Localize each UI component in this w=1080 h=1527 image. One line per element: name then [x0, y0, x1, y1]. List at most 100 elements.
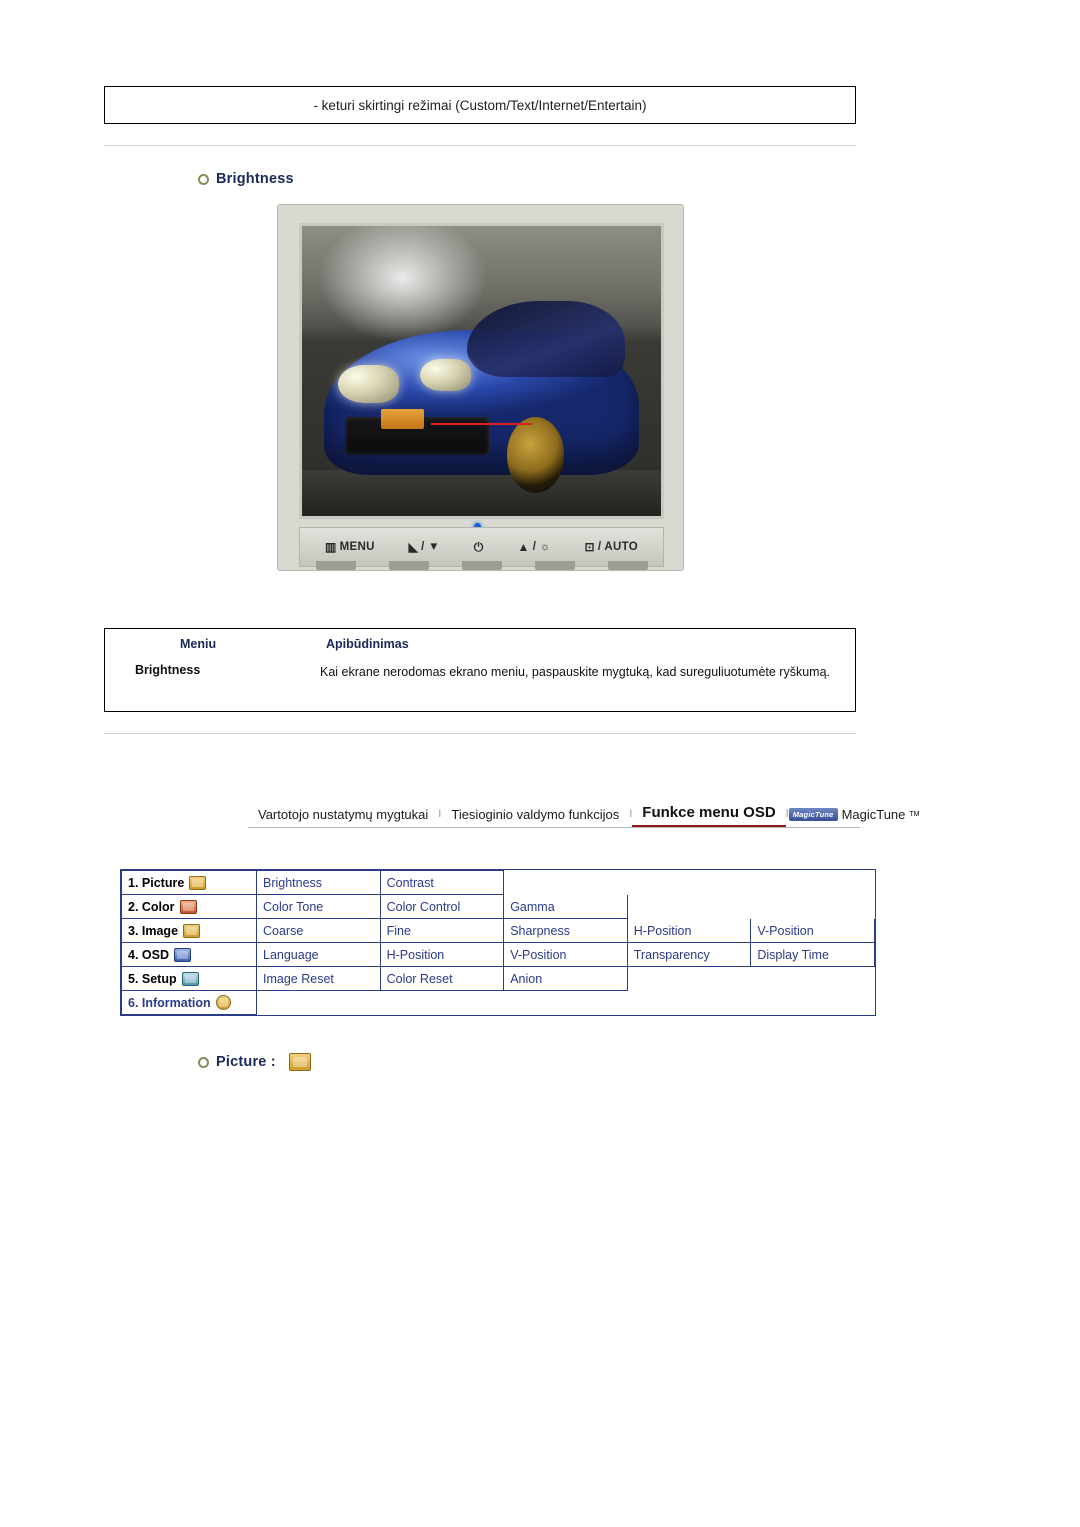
description-table: Meniu Apibūdinimas Brightness Kai ekrane…	[104, 628, 856, 712]
menu-button-label: MENU	[339, 541, 375, 553]
enter-icon: ⊡	[584, 540, 595, 554]
menu-item-coarse[interactable]: Coarse	[256, 918, 381, 943]
bezel-button-pads	[299, 561, 664, 570]
divider-top	[104, 145, 856, 146]
menu-item-contrast[interactable]: Contrast	[379, 870, 505, 895]
description-table-header: Meniu Apibūdinimas	[105, 629, 855, 659]
table-row: 5. Setup Image Reset Color Reset Anion	[121, 966, 876, 991]
source-down-button[interactable]: ◣ / ▼	[409, 540, 440, 554]
menu-item-v-position[interactable]: V-Position	[503, 942, 628, 967]
osd-menu-map: 1. Picture Brightness Contrast 2. Color …	[120, 869, 876, 1016]
table-row: 6. Information	[121, 990, 875, 1015]
power-button[interactable]: ⏻	[474, 540, 484, 555]
pad	[534, 561, 575, 570]
picture-icon	[288, 1053, 311, 1071]
row-label: 6. Information	[128, 995, 211, 1010]
pad	[607, 561, 648, 570]
column-header-description: Apibūdinimas	[326, 637, 409, 651]
brightness-section-heading: Brightness	[198, 171, 294, 187]
osd-tabstrip: Vartotojo nustatymų mygtukai I Tiesiogin…	[248, 794, 920, 828]
power-icon: ⏻	[473, 539, 484, 554]
menu-item-h-position[interactable]: H-Position	[379, 942, 505, 967]
magictune-logo: MagicTune MagicTune TM	[788, 807, 920, 828]
photo-wheel	[506, 417, 565, 493]
menu-button[interactable]: ▥ MENU	[325, 540, 375, 554]
row-label: 4. OSD	[128, 947, 169, 962]
tab-direct-control-functions[interactable]: Tiesioginio valdymo funkcijos	[441, 807, 629, 828]
pad	[461, 561, 502, 570]
menu-row-osd[interactable]: 4. OSD	[121, 942, 257, 967]
menu-row-image[interactable]: 3. Image	[121, 918, 257, 943]
picture-heading-label: Picture :	[216, 1054, 276, 1070]
menu-row-information[interactable]: 6. Information	[121, 990, 257, 1015]
photo-windshield	[467, 301, 626, 377]
menu-row-color[interactable]: 2. Color	[121, 894, 257, 919]
menu-row-setup[interactable]: 5. Setup	[121, 966, 257, 991]
menu-item-gamma[interactable]: Gamma	[503, 894, 628, 919]
photo-floor	[302, 469, 661, 516]
menu-item-sharpness[interactable]: Sharpness	[503, 918, 628, 943]
bullet-icon	[198, 173, 209, 185]
row-menu-name: Brightness	[135, 663, 201, 677]
photo-plate	[380, 408, 425, 429]
menu-item-color-control[interactable]: Color Control	[379, 894, 505, 919]
divider-bottom	[104, 733, 856, 734]
menu-item-h-position[interactable]: H-Position	[626, 918, 752, 943]
menu-item-transparency[interactable]: Transparency	[626, 942, 752, 967]
magictune-logo-text: MagicTune	[841, 807, 906, 822]
menu-row-picture[interactable]: 1. Picture	[121, 870, 257, 895]
tab-user-setting-buttons[interactable]: Vartotojo nustatymų mygtukai	[248, 807, 438, 828]
empty-cell	[503, 870, 875, 895]
table-row: 3. Image Coarse Fine Sharpness H-Positio…	[121, 918, 875, 943]
picture-section-heading: Picture :	[198, 1053, 311, 1071]
osd-menu-map-table: 1. Picture Brightness Contrast 2. Color …	[121, 870, 876, 1015]
top-note-box: - keturi skirtingi režimai (Custom/Text/…	[104, 86, 856, 124]
tab-osd-menu-functions[interactable]: Funkce menu OSD	[632, 804, 786, 828]
image-icon	[183, 923, 201, 938]
monitor-illustration: ▥ MENU ◣ / ▼ ⏻ ▲ / ☼ ⊡ / AUTO	[277, 204, 684, 571]
up-arrow-icon: ▲	[517, 540, 530, 554]
magictune-tm: TM	[909, 811, 920, 818]
osd-icon	[174, 947, 191, 962]
table-row: 1. Picture Brightness Contrast	[121, 870, 875, 895]
brightness-heading-label: Brightness	[216, 171, 294, 187]
menu-icon: ▥	[324, 540, 337, 554]
menu-item-image-reset[interactable]: Image Reset	[256, 966, 381, 991]
photo-headlight-left	[337, 365, 399, 403]
color-icon	[179, 899, 197, 914]
up-brightness-button-label: / ☼	[532, 541, 551, 553]
magictune-chip: MagicTune	[788, 808, 838, 821]
menu-item-fine[interactable]: Fine	[379, 918, 505, 943]
row-label: 1. Picture	[128, 875, 185, 890]
information-icon	[215, 995, 231, 1010]
up-brightness-button[interactable]: ▲ / ☼	[518, 540, 551, 554]
row-label: 2. Color	[128, 899, 175, 914]
photo-headlight-right	[420, 359, 471, 392]
empty-cell	[626, 966, 876, 991]
setup-icon	[181, 971, 199, 986]
source-down-button-label: / ▼	[421, 541, 440, 553]
pad	[315, 561, 356, 570]
menu-item-language[interactable]: Language	[256, 942, 381, 967]
picture-icon	[189, 875, 207, 890]
column-header-menu: Meniu	[180, 637, 217, 651]
menu-item-display-time[interactable]: Display Time	[750, 942, 875, 967]
menu-item-color-reset[interactable]: Color Reset	[379, 966, 505, 991]
row-label: 3. Image	[128, 923, 179, 938]
row-label: 5. Setup	[128, 971, 177, 986]
menu-item-brightness[interactable]: Brightness	[256, 870, 381, 895]
menu-item-anion[interactable]: Anion	[503, 966, 628, 991]
enter-auto-button[interactable]: ⊡ / AUTO	[584, 540, 638, 554]
top-note-text: - keturi skirtingi režimai (Custom/Text/…	[313, 97, 647, 113]
menu-item-v-position[interactable]: V-Position	[750, 918, 875, 943]
row-description: Kai ekrane nerodomas ekrano meniu, paspa…	[320, 665, 830, 679]
empty-cell	[626, 894, 876, 919]
enter-auto-button-label: / AUTO	[597, 541, 638, 553]
pad	[388, 561, 429, 570]
table-row: 4. OSD Language H-Position V-Position Tr…	[121, 942, 875, 967]
menu-item-color-tone[interactable]: Color Tone	[256, 894, 381, 919]
empty-cell	[256, 990, 875, 1015]
table-row: 2. Color Color Tone Color Control Gamma	[121, 894, 876, 919]
bullet-icon	[198, 1056, 209, 1068]
photo-red-line	[431, 423, 532, 426]
